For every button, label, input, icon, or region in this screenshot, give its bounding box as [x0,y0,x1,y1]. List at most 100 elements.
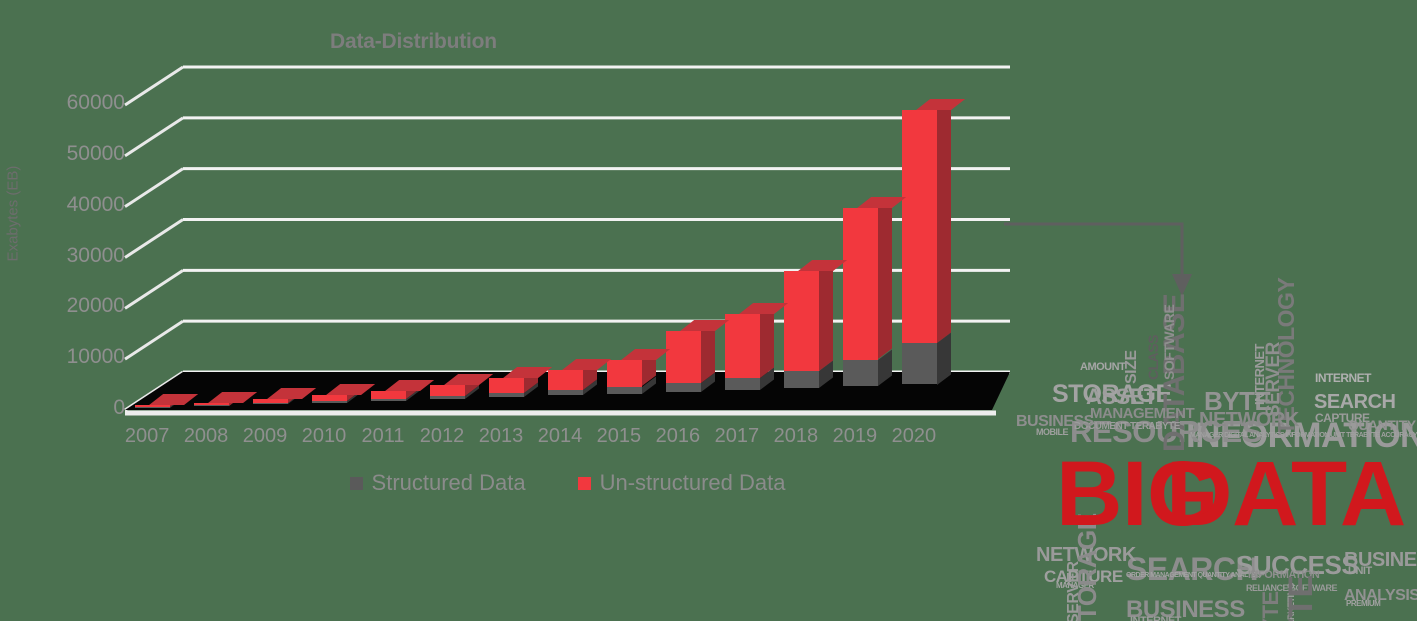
bar-face-front [312,401,347,403]
bar-face-front [665,382,701,392]
bar-segment-structured [665,372,715,392]
y-tick-label: 60000 [66,91,125,114]
bar-segment-unstructured [606,349,670,387]
bar-face-top [856,197,906,209]
bar-face-top [562,358,611,370]
bar-face-top [680,319,729,331]
bar-2020[interactable] [901,98,965,385]
bar-2017[interactable] [724,302,788,390]
bar-face-front [312,395,347,402]
x-tick-label-2020: 2020 [891,425,937,447]
bar-segment-structured [135,396,184,408]
bar-face-front [135,405,170,408]
bar-face-front [489,393,524,398]
bar-face-front [842,359,878,387]
x-tick-label-2013: 2013 [478,425,524,447]
bar-segment-structured [253,392,302,405]
chart-title: Data-Distribution [330,30,497,53]
wordcloud-word: CLASS [1145,335,1161,380]
bar-segment-structured [547,379,597,396]
bar-segment-unstructured [312,384,376,402]
x-tick-label-2007: 2007 [124,425,170,447]
bar-face-top [208,391,258,403]
bar-segment-structured [783,360,833,389]
bar-face-front [901,342,937,385]
bar-2010[interactable] [312,384,376,403]
bar-segment-unstructured [783,260,847,371]
bar-face-front [665,330,701,383]
bar-segment-unstructured [489,366,553,394]
bar-face-side [936,99,951,343]
bar-segment-structured [430,385,479,399]
bar-face-front [842,208,878,360]
bar-2011[interactable] [371,379,435,401]
bar-face-front [783,370,819,389]
legend-item-unstructured[interactable]: Un-structured Data [577,470,786,496]
bar-face-front [371,390,406,399]
plot-area [124,55,1010,420]
bar-face-front [430,385,465,397]
wordcloud-word: DATA [1166,443,1406,545]
bar-face-top [739,302,788,314]
bar-2016[interactable] [665,319,729,392]
bar-segment-unstructured [371,379,435,399]
bar-2008[interactable] [194,391,258,407]
y-tick-label: 50000 [66,141,125,165]
wordcloud-word: INTERNET [1315,371,1372,385]
bar-face-top [915,98,965,110]
bar-2014[interactable] [547,358,611,396]
x-tick-label-2017: 2017 [714,425,760,447]
big-data-word-cloud: BIG DATA INFORMATION RESOURCES STORAGE DATABA… [1008,278,1417,621]
bar-segment-unstructured [901,98,965,343]
bars-layer [125,55,1010,420]
wordcloud-word: PREMIUM [1346,599,1381,608]
wordcloud-word: SERVER [1065,561,1082,621]
data-distribution-chart: Data-Distribution Exabytes (EB) 0 10000 20… [0,0,1010,621]
bar-face-front [547,390,583,396]
bar-face-side [818,260,833,371]
bar-segment-unstructured [547,358,611,391]
bar-2009[interactable] [253,388,317,405]
bar-face-front [606,386,642,394]
bar-face-front [901,109,937,343]
legend-swatch-icon [577,476,591,490]
bar-segment-structured [371,388,420,401]
bar-segment-unstructured [430,374,494,397]
x-axis-tick-labels: 2007 2008 2009 2010 2011 2012 2013 2014 2015 2016… [125,425,1010,457]
wordcloud-word: AMOUNT [1080,361,1126,373]
legend-label: Un-structured Data [599,470,786,495]
bar-face-front [135,407,170,408]
legend-item-structured[interactable]: Structured Data [349,470,526,496]
bar-segment-unstructured [842,197,906,360]
x-tick-label-2012: 2012 [419,425,465,447]
wordcloud-word: MANAGER DIGITAL ANALYTICS INFORMATION UN… [1190,432,1417,439]
infographic-root: Data-Distribution Exabytes (EB) 0 10000 20… [0,0,1417,621]
bar-face-front [253,403,288,405]
x-tick-label-2019: 2019 [832,425,878,447]
bar-face-side [759,303,774,378]
bar-face-top [267,388,317,400]
bar-face-top [385,379,435,391]
y-tick-label: 40000 [66,192,125,216]
bar-2019[interactable] [842,197,906,387]
bar-face-top [621,349,670,361]
bar-2015[interactable] [606,349,670,394]
x-tick-label-2018: 2018 [773,425,819,447]
bar-segment-unstructured [253,388,317,404]
wordcloud-word: INTERNET [1130,615,1182,621]
bar-2018[interactable] [783,260,847,389]
bar-face-front [783,271,819,371]
y-axis-tick-labels: 0 10000 20000 30000 40000 50000 60000 [0,0,125,621]
bar-segment-structured [901,332,951,385]
bar-2012[interactable] [430,374,494,399]
x-tick-label-2014: 2014 [537,425,583,447]
bar-2013[interactable] [489,366,553,398]
bar-2007[interactable] [135,394,199,408]
bar-face-top [503,366,553,378]
bar-segment-structured [194,394,243,407]
bar-segment-structured [606,376,656,394]
bar-face-front [430,396,465,399]
x-tick-label-2011: 2011 [361,425,405,447]
bar-face-front [724,377,760,390]
bar-face-side [877,197,892,360]
